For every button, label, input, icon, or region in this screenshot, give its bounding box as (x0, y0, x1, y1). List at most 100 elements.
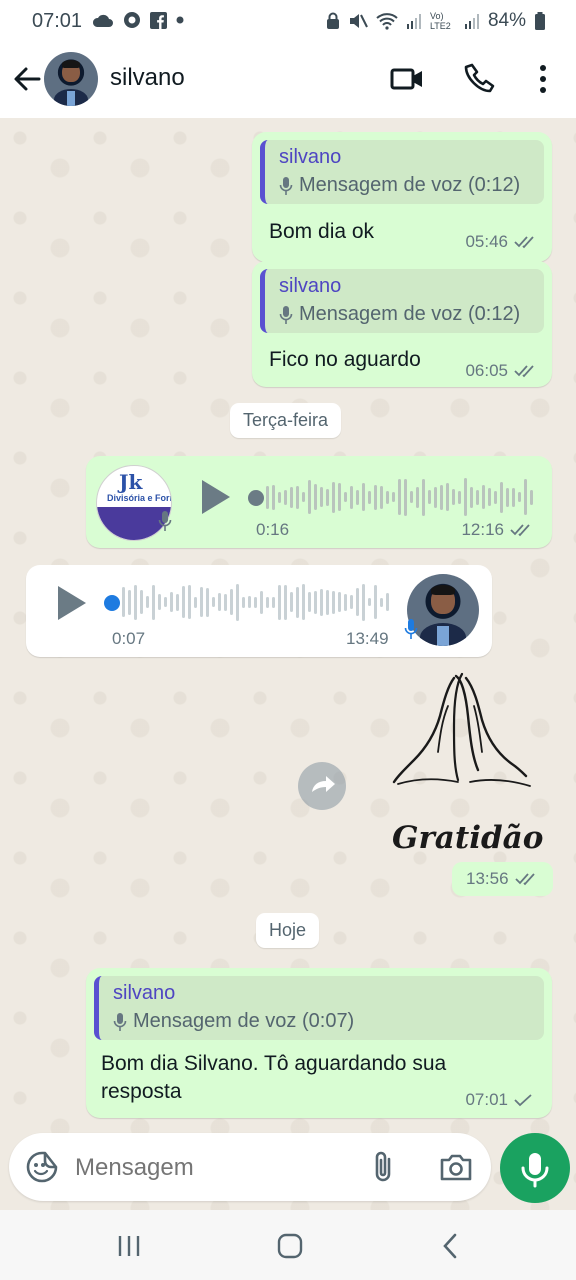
contact-avatar[interactable] (44, 52, 98, 106)
waveform-bar (188, 585, 191, 619)
incoming-voice-message[interactable]: 0:07 13:49 (26, 565, 492, 657)
cloud-icon (92, 14, 113, 27)
mic-icon (404, 619, 418, 639)
mic-icon (158, 511, 172, 531)
playback-position-dot[interactable] (248, 490, 264, 506)
thumbnail-logo: Jk (119, 470, 143, 494)
thumbnail-subtitle: Divisória e Forro (107, 493, 172, 503)
quote-author: silvano (279, 275, 342, 297)
more-vert-icon[interactable] (526, 62, 560, 96)
message-meta: 07:01 (465, 1090, 532, 1110)
waveform-bar (122, 587, 125, 617)
phone-icon[interactable] (463, 62, 497, 96)
waveform-bar (320, 588, 323, 616)
waveform-bar (314, 590, 317, 614)
home-icon[interactable] (276, 1232, 304, 1260)
waveform-bar (278, 491, 281, 503)
waveform-bar (398, 479, 401, 515)
waveform-bar (332, 481, 335, 513)
waveform-bar (200, 587, 203, 617)
waveform-bar (236, 583, 239, 621)
video-camera-icon[interactable] (390, 62, 424, 96)
message-time: 07:01 (465, 1090, 508, 1109)
quoted-message[interactable]: silvano Mensagem de voz (0:12) (260, 140, 544, 204)
message-time: 13:49 (346, 629, 389, 648)
outgoing-message[interactable]: silvano Mensagem de voz (0:12) Fico no a… (252, 261, 552, 387)
mic-icon (279, 305, 293, 324)
date-divider: Hoje (256, 913, 320, 948)
message-text: Fico no aguardo (269, 348, 421, 371)
waveform-bar (494, 490, 497, 504)
voice-waveform[interactable] (266, 474, 533, 520)
waveform-bar (308, 480, 311, 514)
message-meta: 05:46 (465, 232, 538, 252)
quote-text: Mensagem de voz (0:12) (299, 174, 521, 196)
waveform-bar (224, 593, 227, 611)
single-check-icon (514, 1094, 532, 1107)
waveform-bar (308, 592, 311, 612)
waveform-bar (374, 585, 377, 619)
outgoing-message[interactable]: silvano Mensagem de voz (0:12) Bom dia o… (252, 132, 552, 262)
forward-button[interactable] (298, 762, 346, 810)
waveform-bar (302, 492, 305, 502)
message-text: Bom dia Silvano. Tô aguardando sua respo… (101, 1052, 447, 1103)
waveform-bar (368, 598, 371, 606)
sticker-text: Gratidão (392, 820, 544, 856)
back-nav-icon[interactable] (440, 1232, 460, 1260)
waveform-bar (434, 486, 437, 508)
waveform-bar (302, 584, 305, 620)
waveform-bar (362, 483, 365, 511)
waveform-bar (212, 597, 215, 607)
waveform-bar (242, 596, 245, 608)
paperclip-icon[interactable] (369, 1150, 399, 1184)
waveform-bar (488, 488, 491, 506)
outgoing-voice-message[interactable]: Jk Divisória e Forro 0:16 12:16 (86, 456, 552, 548)
waveform-bar (530, 489, 533, 505)
waveform-bar (218, 593, 221, 611)
waveform-bar (326, 488, 329, 506)
mic-icon (113, 1012, 127, 1031)
waveform-bar (164, 597, 167, 607)
waveform-bar (446, 483, 449, 511)
mute-icon (349, 14, 368, 28)
wifi-icon (376, 13, 398, 30)
waveform-bar (314, 484, 317, 510)
recent-apps-icon[interactable] (116, 1234, 142, 1258)
playback-position-dot[interactable] (104, 595, 120, 611)
arrow-left-icon[interactable] (12, 64, 42, 94)
chrome-icon (124, 12, 140, 28)
quoted-message[interactable]: silvano Mensagem de voz (0:07) (94, 976, 544, 1040)
message-input[interactable] (73, 1147, 357, 1189)
facebook-icon (150, 11, 167, 29)
chat-area[interactable]: silvano Mensagem de voz (0:12) Bom dia o… (0, 118, 576, 1210)
waveform-bar (176, 593, 179, 611)
camera-icon[interactable] (439, 1151, 473, 1183)
voice-duration: 0:07 (112, 629, 146, 648)
waveform-bar (428, 490, 431, 504)
waveform-bar (386, 593, 389, 611)
status-bar: 07:01 Vo) LTE2 84% (0, 0, 576, 42)
play-button[interactable] (58, 586, 86, 620)
waveform-bar (350, 485, 353, 509)
waveform-bar (254, 596, 257, 608)
contact-name[interactable]: silvano (110, 64, 185, 92)
status-left-icons (92, 11, 184, 29)
waveform-bar (386, 490, 389, 504)
waveform-bar (470, 486, 473, 508)
waveform-bar (272, 484, 275, 510)
voice-waveform[interactable] (122, 579, 389, 625)
quote-text: Mensagem de voz (0:12) (299, 303, 521, 325)
waveform-bar (182, 586, 185, 618)
waveform-bar (506, 487, 509, 507)
gratidao-sticker[interactable]: Gratidão (388, 666, 543, 866)
message-composer[interactable] (9, 1133, 491, 1201)
waveform-bar (290, 592, 293, 612)
message-time: 13:56 (466, 869, 509, 888)
sticker-smile-icon[interactable] (25, 1150, 59, 1184)
message-meta: 12:16 (461, 520, 534, 540)
quoted-message[interactable]: silvano Mensagem de voz (0:12) (260, 269, 544, 333)
play-button[interactable] (202, 480, 230, 514)
record-voice-button[interactable] (500, 1133, 570, 1203)
signal-icon (406, 14, 421, 29)
outgoing-message[interactable]: silvano Mensagem de voz (0:07) Bom dia S… (86, 968, 552, 1118)
